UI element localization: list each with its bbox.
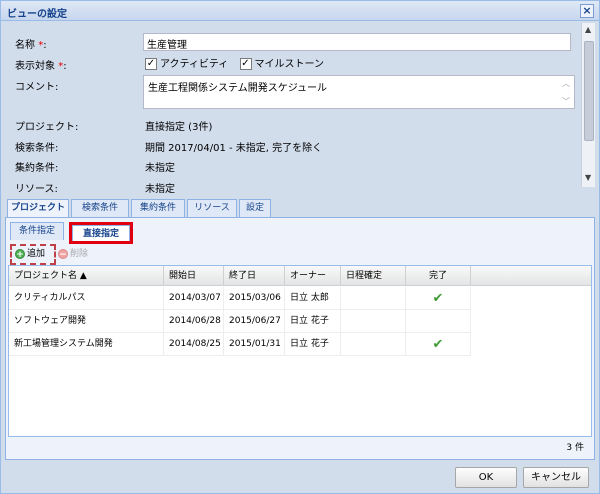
check-icon: ✔ [432,291,444,306]
scroll-thumb[interactable] [584,41,594,141]
cell-done [406,310,471,333]
aggregate-condition-label: 集約条件: [15,163,59,174]
search-condition-value: 期間 2017/04/01 - 未指定, 完了を除く [145,143,323,154]
tab-project[interactable]: プロジェクト [7,199,69,218]
cell-schedule-fixed [341,310,406,333]
cell-owner: 日立 花子 [285,333,341,356]
column-project-name[interactable]: プロジェクト名 ▲ [9,266,164,286]
column-end-date[interactable]: 終了日 [224,266,285,286]
project-value: 直接指定 (3件) [145,122,213,133]
cell-owner: 日立 太郎 [285,287,341,310]
form-scrollbar[interactable]: ▲ ▼ [581,23,595,187]
delete-button-label: 削除 [70,249,89,259]
grid-header: プロジェクト名 ▲ 開始日 終了日 オーナー 日程確定 完了 [9,266,591,286]
check-icon: ✔ [432,337,444,352]
cell-start-date: 2014/03/07 [164,287,224,310]
tab-aggregate-condition[interactable]: 集約条件 [131,199,185,217]
cell-done: ✔ [406,333,471,356]
cell-schedule-fixed [341,333,406,356]
add-button-label: 追加 [27,249,46,259]
project-grid: プロジェクト名 ▲ 開始日 終了日 オーナー 日程確定 完了 クリティカルパス … [8,265,592,437]
search-condition-label: 検索条件: [15,143,59,154]
display-target-label: 表示対象 *: [15,61,67,72]
resource-label: リソース: [15,184,58,193]
subtab-condition[interactable]: 条件指定 [10,222,64,240]
cell-project-name: ソフトウェア開発 [9,310,164,333]
checkbox-milestone-box[interactable]: ✓ [239,58,252,70]
plus-circle-icon: + [15,248,25,260]
scroll-down-icon[interactable]: ﹀ [562,96,570,107]
add-button[interactable]: + 追加 [12,246,52,262]
comment-field[interactable]: 生産工程関係システム開発スケジュール ︿ ﹀ [143,75,575,109]
column-done[interactable]: 完了 [406,266,471,286]
cell-end-date: 2015/06/27 [224,310,285,333]
comment-text: 生産工程関係システム開発スケジュール [148,83,327,94]
tab-search-condition[interactable]: 検索条件 [71,199,129,217]
settings-form: 名称 *: 生産管理 表示対象 *: ✓ アクティビティ ✓ マイルストーン コメン… [3,23,597,193]
resource-value: 未指定 [145,184,175,193]
column-owner[interactable]: オーナー [285,266,341,286]
cell-done: ✔ [406,287,471,310]
project-tab-panel: 条件指定 直接指定 + 追加 − 削除 プロジェクト名 ▲ 開始日 終了日 オーナー… [5,218,595,460]
cell-start-date: 2014/08/25 [164,333,224,356]
ok-button[interactable]: OK [455,467,517,488]
cell-start-date: 2014/06/28 [164,310,224,333]
grid-footer: 3 件 [8,437,592,455]
scroll-up-icon[interactable]: ︿ [562,78,570,89]
checkbox-activity[interactable]: ✓ アクティビティ [145,58,228,70]
comment-scrollbar[interactable]: ︿ ﹀ [562,78,572,106]
dialog-titlebar: ビューの設定 × [1,1,599,21]
cell-schedule-fixed [341,287,406,310]
name-label: 名称 *: [15,40,47,51]
scroll-up-icon[interactable]: ▲ [585,25,591,34]
cell-end-date: 2015/01/31 [224,333,285,356]
delete-button[interactable]: − 削除 [58,246,88,262]
scroll-down-icon[interactable]: ▼ [585,173,591,182]
name-field[interactable]: 生産管理 [143,33,571,51]
grid-toolbar: + 追加 − 削除 [8,244,592,265]
checkbox-milestone[interactable]: ✓ マイルストーン [239,58,324,70]
cell-project-name: 新工場管理システム開発 [9,333,164,356]
tab-resource[interactable]: リソース [187,199,237,217]
cancel-button[interactable]: キャンセル [523,467,589,488]
table-row[interactable]: ソフトウェア開発 2014/06/28 2015/06/27 日立 花子 [9,310,471,333]
display-target-checkboxes: ✓ アクティビティ ✓ マイルストーン [145,55,332,70]
subtab-highlight-box [69,222,133,244]
cell-end-date: 2015/03/06 [224,287,285,310]
column-schedule-fixed[interactable]: 日程確定 [341,266,406,286]
aggregate-condition-value: 未指定 [145,163,175,174]
tab-settings[interactable]: 設定 [239,199,271,217]
close-icon[interactable]: × [580,4,594,18]
checkbox-activity-box[interactable]: ✓ [145,58,157,70]
view-settings-dialog: ビューの設定 × 名称 *: 生産管理 表示対象 *: ✓ アクティビティ ✓ マイ… [0,0,600,494]
record-count: 3 件 [566,443,584,453]
column-start-date[interactable]: 開始日 [164,266,224,286]
project-label: プロジェクト: [15,122,79,133]
cell-owner: 日立 花子 [285,310,341,333]
minus-circle-icon: − [58,248,68,260]
cell-project-name: クリティカルパス [9,287,164,310]
table-row[interactable]: クリティカルパス 2014/03/07 2015/03/06 日立 太郎 ✔ [9,287,471,310]
dialog-title: ビューの設定 [7,9,67,20]
comment-label: コメント: [15,82,59,93]
table-row[interactable]: 新工場管理システム開発 2014/08/25 2015/01/31 日立 花子 … [9,333,471,356]
